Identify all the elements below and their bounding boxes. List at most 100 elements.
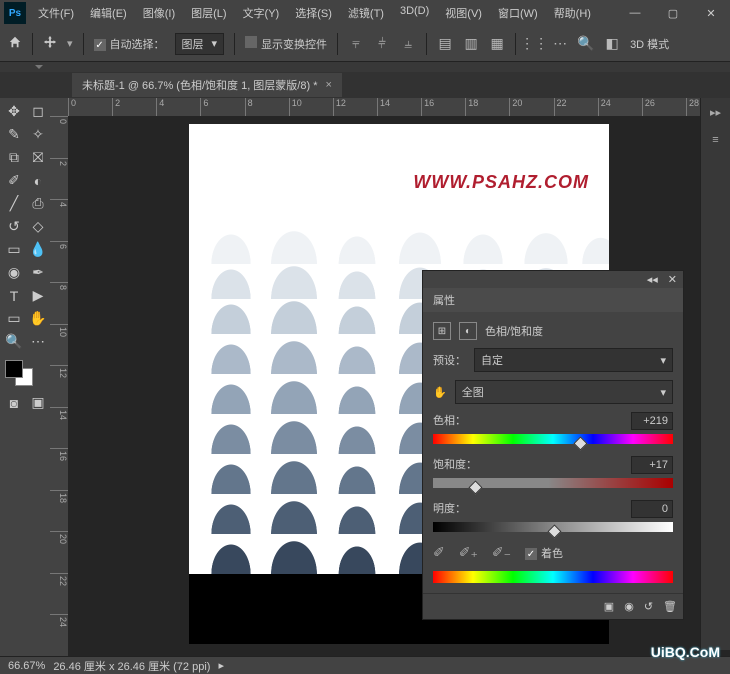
home-icon[interactable] bbox=[8, 35, 22, 52]
screen-mode-tool[interactable]: ▣ bbox=[27, 392, 49, 413]
pen-tool[interactable]: ✒ bbox=[27, 262, 49, 283]
auto-select-checkbox[interactable]: ✓自动选择： bbox=[94, 36, 165, 52]
menu-image[interactable]: 图像(I) bbox=[135, 5, 183, 21]
zoom-tool[interactable]: 🔍 bbox=[3, 331, 25, 352]
align-right-icon[interactable]: ▦ bbox=[489, 36, 505, 52]
color-range-dropdown[interactable]: 全图▾ bbox=[455, 380, 673, 404]
healing-brush-tool[interactable]: ◐ bbox=[27, 170, 49, 191]
menu-file[interactable]: 文件(F) bbox=[30, 5, 82, 21]
close-icon[interactable]: × bbox=[325, 79, 331, 91]
hue-label: 色相： bbox=[433, 412, 466, 430]
move-tool-icon[interactable] bbox=[43, 35, 57, 52]
zoom-level[interactable]: 66.67% bbox=[8, 660, 45, 672]
chevron-right-icon[interactable]: ▸ bbox=[218, 659, 224, 672]
menu-edit[interactable]: 编辑(E) bbox=[82, 5, 135, 21]
history-brush-tool[interactable]: ↺ bbox=[3, 216, 25, 237]
menu-layer[interactable]: 图层(L) bbox=[183, 5, 234, 21]
eyedropper-tool[interactable]: ✐ bbox=[3, 170, 25, 191]
path-selection-tool[interactable]: ▶ bbox=[27, 285, 49, 306]
slice-tool[interactable]: ⛝ bbox=[27, 147, 49, 168]
align-vcenter-icon[interactable]: ⫩ bbox=[374, 36, 390, 52]
align-hcenter-icon[interactable]: ▥ bbox=[463, 36, 479, 52]
brush-tool[interactable]: ╱ bbox=[3, 193, 25, 214]
foreground-swatch[interactable] bbox=[5, 360, 23, 378]
edit-toolbar-icon[interactable]: ⋯ bbox=[27, 331, 49, 352]
dodge-tool[interactable]: ◉ bbox=[3, 262, 25, 283]
distribute-icon-2[interactable]: ⋯ bbox=[552, 36, 568, 52]
document-tab-bar: 未标题-1 @ 66.7% (色相/饱和度 1, 图层蒙版/8) * × bbox=[0, 72, 730, 98]
align-left-icon[interactable]: ▤ bbox=[437, 36, 453, 52]
menu-select[interactable]: 选择(S) bbox=[287, 5, 340, 21]
panel-header: ◂◂ ✕ bbox=[423, 271, 683, 288]
distribute-icon[interactable]: ⋮⋮ bbox=[526, 36, 542, 52]
color-swatches[interactable] bbox=[3, 358, 49, 390]
window-controls: — ▢ ✕ bbox=[616, 0, 730, 26]
collapse-dock-icon[interactable]: ▸▸ bbox=[701, 98, 730, 126]
type-tool[interactable]: T bbox=[3, 285, 25, 306]
properties-panel[interactable]: ◂◂ ✕ 属性 ⊞ ◐ 色相/饱和度 预设： 自定▾ ✋ 全图▾ 色相： +21… bbox=[422, 270, 684, 620]
lightness-value-input[interactable]: 0 bbox=[631, 500, 673, 518]
lightness-label: 明度： bbox=[433, 500, 466, 518]
3d-scene-icon[interactable]: ◧ bbox=[604, 36, 620, 52]
menu-view[interactable]: 视图(V) bbox=[437, 5, 490, 21]
chevron-down-icon[interactable]: ▾ bbox=[67, 37, 73, 50]
panel-tab-properties[interactable]: 属性 bbox=[423, 288, 683, 312]
eraser-tool[interactable]: ◇ bbox=[27, 216, 49, 237]
separator bbox=[515, 33, 516, 55]
align-top-icon[interactable]: ⫧ bbox=[348, 36, 364, 52]
3d-mode-dropdown[interactable]: 3D 模式 bbox=[630, 36, 669, 52]
watermark-text: WWW.PSAHZ.COM bbox=[413, 172, 589, 193]
hand-icon[interactable]: ✋ bbox=[433, 386, 447, 399]
mask-icon: ◐ bbox=[459, 322, 477, 340]
move-tool[interactable]: ✥ bbox=[3, 101, 25, 122]
maximize-button[interactable]: ▢ bbox=[654, 0, 692, 26]
chevron-down-icon: ▾ bbox=[212, 37, 218, 50]
menu-window[interactable]: 窗口(W) bbox=[490, 5, 546, 21]
panel-collapse-bar[interactable] bbox=[0, 62, 730, 72]
minimize-button[interactable]: — bbox=[616, 0, 654, 26]
gradient-tool[interactable]: ▭ bbox=[3, 239, 25, 260]
eyedropper-minus-icon[interactable]: ✐₋ bbox=[492, 544, 511, 561]
app-logo: Ps bbox=[4, 2, 26, 24]
menu-type[interactable]: 文字(Y) bbox=[235, 5, 288, 21]
main-menu: 文件(F) 编辑(E) 图像(I) 图层(L) 文字(Y) 选择(S) 滤镜(T… bbox=[30, 5, 599, 21]
saturation-value-input[interactable]: +17 bbox=[631, 456, 673, 474]
hand-tool[interactable]: ✋ bbox=[27, 308, 49, 329]
auto-select-target-dropdown[interactable]: 图层▾ bbox=[175, 33, 225, 55]
view-previous-state-icon[interactable]: ◉ bbox=[624, 600, 634, 613]
quick-mask-tool[interactable]: ◙ bbox=[3, 392, 25, 413]
blur-tool[interactable]: 💧 bbox=[27, 239, 49, 260]
menu-help[interactable]: 帮助(H) bbox=[546, 5, 599, 21]
reset-icon[interactable]: ↺ bbox=[644, 600, 653, 613]
search-icon[interactable]: 🔍 bbox=[578, 36, 594, 52]
eyedropper-icon[interactable]: ✐ bbox=[433, 544, 445, 561]
marquee-tool[interactable]: ◻ bbox=[27, 101, 49, 122]
show-transform-checkbox[interactable]: 显示变换控件 bbox=[245, 36, 327, 52]
document-tab[interactable]: 未标题-1 @ 66.7% (色相/饱和度 1, 图层蒙版/8) * × bbox=[72, 73, 342, 97]
menu-3d[interactable]: 3D(D) bbox=[392, 5, 437, 21]
lightness-slider[interactable] bbox=[433, 522, 673, 532]
panel-close-icon[interactable]: ✕ bbox=[668, 273, 677, 286]
dock-panel-icon[interactable]: ≡ bbox=[701, 126, 730, 154]
rectangle-tool[interactable]: ▭ bbox=[3, 308, 25, 329]
lasso-tool[interactable]: ✎ bbox=[3, 124, 25, 145]
saturation-slider[interactable] bbox=[433, 478, 673, 488]
align-bottom-icon[interactable]: ⫨ bbox=[400, 36, 416, 52]
document-dimensions: 26.46 厘米 x 26.46 厘米 (72 ppi) bbox=[53, 658, 210, 674]
trash-icon[interactable]: 🗑 bbox=[663, 600, 677, 613]
panel-collapse-icon[interactable]: ◂◂ bbox=[647, 273, 658, 286]
hue-slider[interactable] bbox=[433, 434, 673, 444]
corner-watermark: UiBQ.CoM bbox=[651, 644, 720, 660]
tab-title: 未标题-1 @ 66.7% (色相/饱和度 1, 图层蒙版/8) * bbox=[82, 77, 317, 93]
crop-tool[interactable]: ⧉ bbox=[3, 147, 25, 168]
magic-wand-tool[interactable]: ✧ bbox=[27, 124, 49, 145]
menu-filter[interactable]: 滤镜(T) bbox=[340, 5, 392, 21]
close-button[interactable]: ✕ bbox=[692, 0, 730, 26]
preset-dropdown[interactable]: 自定▾ bbox=[474, 348, 673, 372]
right-dock: ▸▸ ≡ bbox=[700, 98, 730, 650]
eyedropper-plus-icon[interactable]: ✐₊ bbox=[459, 544, 478, 561]
colorize-checkbox[interactable]: ✓着色 bbox=[525, 545, 563, 561]
clone-stamp-tool[interactable]: ⎙ bbox=[27, 193, 49, 214]
hue-value-input[interactable]: +219 bbox=[631, 412, 673, 430]
clip-to-layer-icon[interactable]: ▣ bbox=[604, 600, 614, 613]
